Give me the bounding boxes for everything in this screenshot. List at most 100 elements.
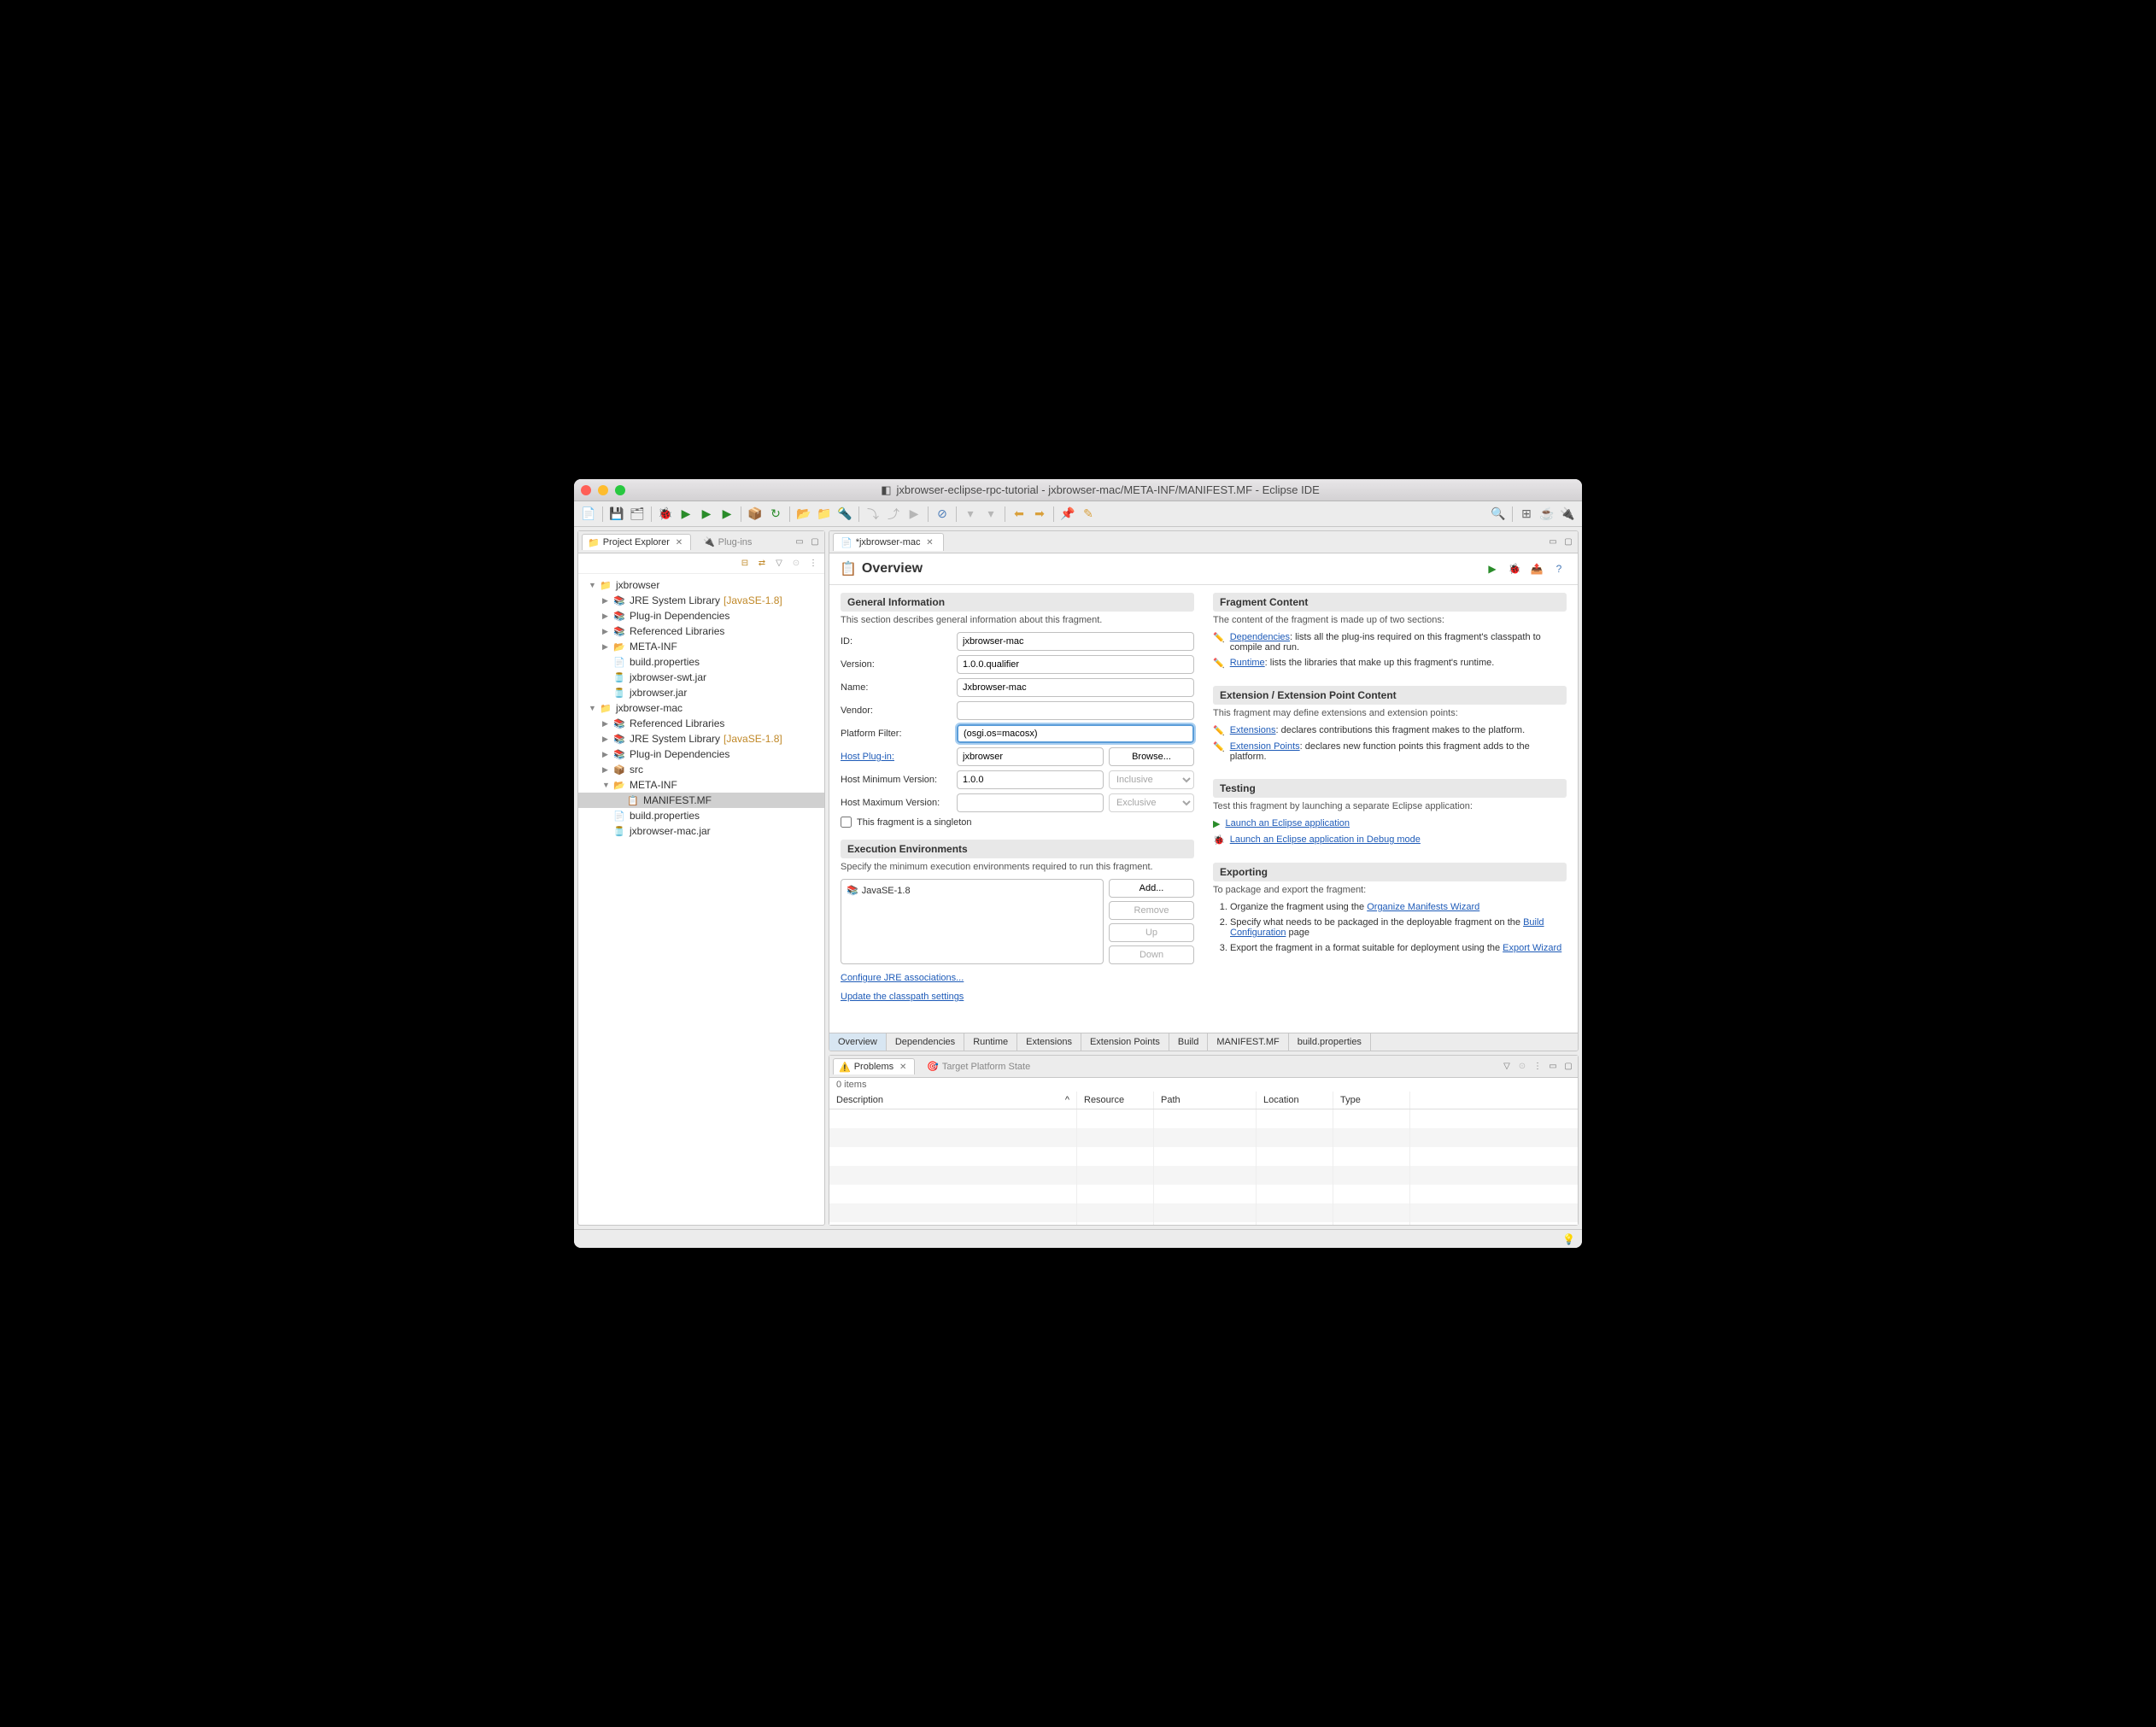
- close-tab-icon[interactable]: ✕: [673, 536, 685, 548]
- tree-item-meta-inf[interactable]: ▶📂META-INF: [578, 639, 824, 654]
- platform-filter-input[interactable]: [957, 724, 1194, 743]
- debug-icon[interactable]: 🐞: [656, 505, 675, 524]
- tree-item-manifest-mf[interactable]: 📋MANIFEST.MF: [578, 793, 824, 808]
- editor-page-tab-build-properties[interactable]: build.properties: [1289, 1033, 1371, 1051]
- open-type-icon[interactable]: 📂: [794, 505, 813, 524]
- editor-page-tab-extension-points[interactable]: Extension Points: [1081, 1033, 1169, 1051]
- back-icon[interactable]: ⬅: [1010, 505, 1028, 524]
- step-icon[interactable]: ⤵: [864, 505, 882, 524]
- run-last-icon[interactable]: ▶: [718, 505, 736, 524]
- debug-plugin-icon[interactable]: 🐞: [1506, 560, 1523, 577]
- close-problems-tab-icon[interactable]: ✕: [897, 1061, 909, 1073]
- name-input[interactable]: [957, 678, 1194, 697]
- editor-page-tab-runtime[interactable]: Runtime: [964, 1033, 1017, 1051]
- wand-icon[interactable]: ✎: [1079, 505, 1098, 524]
- save-all-icon[interactable]: 🗂: [628, 505, 647, 524]
- host-max-input[interactable]: [957, 793, 1104, 812]
- id-input[interactable]: [957, 632, 1194, 651]
- update-classpath-link[interactable]: Update the classpath settings: [841, 992, 964, 1002]
- launch-app-link[interactable]: Launch an Eclipse application: [1225, 818, 1350, 828]
- runtime-link[interactable]: Runtime: [1230, 658, 1265, 668]
- down-button[interactable]: Down: [1109, 945, 1194, 964]
- perspective-icon[interactable]: ⊞: [1517, 505, 1536, 524]
- tree-item-referenced-libraries[interactable]: ▶📚Referenced Libraries: [578, 623, 824, 639]
- tree-item-plug-in-dependencies[interactable]: ▶📚Plug-in Dependencies: [578, 746, 824, 762]
- close-window-button[interactable]: [581, 485, 591, 495]
- minimize-view-icon[interactable]: ▭: [794, 536, 806, 548]
- problems-menu-icon[interactable]: ⋮: [1532, 1061, 1544, 1073]
- forward-icon[interactable]: ➡: [1030, 505, 1049, 524]
- version-input[interactable]: [957, 655, 1194, 674]
- tree-item-jre-system-library[interactable]: ▶📚JRE System Library[JavaSE-1.8]: [578, 731, 824, 746]
- coverage-icon[interactable]: ▶: [697, 505, 716, 524]
- minimize-problems-icon[interactable]: ▭: [1547, 1061, 1559, 1073]
- skip-breakpoints-icon[interactable]: ⊘: [933, 505, 952, 524]
- resume-icon[interactable]: ▶: [905, 505, 923, 524]
- tree-item-meta-inf[interactable]: ▼📂META-INF: [578, 777, 824, 793]
- editor-page-tab-overview[interactable]: Overview: [829, 1033, 887, 1051]
- refresh-icon[interactable]: ↻: [766, 505, 785, 524]
- extensions-link[interactable]: Extensions: [1230, 725, 1276, 735]
- pin-icon[interactable]: 📌: [1058, 505, 1077, 524]
- plugin-perspective-icon[interactable]: 🔌: [1558, 505, 1577, 524]
- tree-item-jxbrowser-jar[interactable]: 🫙jxbrowser.jar: [578, 685, 824, 700]
- target-platform-tab[interactable]: 🎯 Target Platform State: [922, 1059, 1035, 1074]
- editor-page-tab-extensions[interactable]: Extensions: [1017, 1033, 1081, 1051]
- col-location[interactable]: Location: [1257, 1092, 1333, 1109]
- dropdown2-icon[interactable]: ▾: [981, 505, 1000, 524]
- extension-points-link[interactable]: Extension Points: [1230, 741, 1300, 752]
- exec-env-item[interactable]: 📚 JavaSE-1.8: [845, 883, 1099, 898]
- configure-jre-link[interactable]: Configure JRE associations...: [841, 973, 964, 983]
- maximize-view-icon[interactable]: ▢: [809, 536, 821, 548]
- maximize-editor-icon[interactable]: ▢: [1562, 536, 1574, 548]
- project-tree[interactable]: ▼📁jxbrowser▶📚JRE System Library[JavaSE-1…: [578, 574, 824, 1225]
- problems-tab[interactable]: ⚠️ Problems ✕: [833, 1058, 915, 1074]
- package-icon[interactable]: 📦: [746, 505, 765, 524]
- editor-page-tab-build[interactable]: Build: [1169, 1033, 1208, 1051]
- editor-page-tab-manifest-mf[interactable]: MANIFEST.MF: [1208, 1033, 1288, 1051]
- singleton-checkbox[interactable]: [841, 817, 852, 828]
- dependencies-link[interactable]: Dependencies: [1230, 632, 1290, 642]
- organize-manifests-link[interactable]: Organize Manifests Wizard: [1367, 902, 1479, 912]
- remove-button[interactable]: Remove: [1109, 901, 1194, 920]
- project-explorer-tab[interactable]: 📁 Project Explorer ✕: [582, 534, 691, 550]
- new-icon[interactable]: 📄: [579, 505, 598, 524]
- exec-env-list[interactable]: 📚 JavaSE-1.8: [841, 879, 1104, 964]
- tip-icon[interactable]: 💡: [1562, 1233, 1575, 1245]
- dropdown-icon[interactable]: ▾: [961, 505, 980, 524]
- run-icon[interactable]: ▶: [677, 505, 695, 524]
- minimize-window-button[interactable]: [598, 485, 608, 495]
- tree-item-referenced-libraries[interactable]: ▶📚Referenced Libraries: [578, 716, 824, 731]
- export-plugin-icon[interactable]: 📤: [1528, 560, 1545, 577]
- run-plugin-icon[interactable]: ▶: [1484, 560, 1501, 577]
- close-editor-tab-icon[interactable]: ✕: [924, 536, 936, 548]
- col-resource[interactable]: Resource: [1077, 1092, 1154, 1109]
- editor-tab-jxbrowser-mac[interactable]: 📄 *jxbrowser-mac ✕: [833, 533, 944, 551]
- tree-item-src[interactable]: ▶📦src: [578, 762, 824, 777]
- launch-debug-link[interactable]: Launch an Eclipse application in Debug m…: [1230, 834, 1421, 845]
- vendor-input[interactable]: [957, 701, 1194, 720]
- save-icon[interactable]: 💾: [607, 505, 626, 524]
- search-icon[interactable]: 🔦: [835, 505, 854, 524]
- java-perspective-icon[interactable]: ☕: [1538, 505, 1556, 524]
- focus-icon[interactable]: ⊙: [790, 558, 802, 570]
- host-plugin-link[interactable]: Host Plug-in:: [841, 752, 894, 762]
- tree-item-jre-system-library[interactable]: ▶📚JRE System Library[JavaSE-1.8]: [578, 593, 824, 608]
- col-type[interactable]: Type: [1333, 1092, 1410, 1109]
- tree-item-jxbrowser-mac[interactable]: ▼📁jxbrowser-mac: [578, 700, 824, 716]
- host-plugin-input[interactable]: [957, 747, 1104, 766]
- export-wizard-link[interactable]: Export Wizard: [1503, 943, 1561, 953]
- filter-icon[interactable]: ▽: [773, 558, 785, 570]
- view-menu-icon[interactable]: ⋮: [807, 558, 819, 570]
- editor-page-tab-dependencies[interactable]: Dependencies: [887, 1033, 964, 1051]
- maximize-problems-icon[interactable]: ▢: [1562, 1061, 1574, 1073]
- add-button[interactable]: Add...: [1109, 879, 1194, 898]
- step-over-icon[interactable]: ⤴: [884, 505, 903, 524]
- tree-item-jxbrowser-mac-jar[interactable]: 🫙jxbrowser-mac.jar: [578, 823, 824, 839]
- maximize-window-button[interactable]: [615, 485, 625, 495]
- tree-item-jxbrowser[interactable]: ▼📁jxbrowser: [578, 577, 824, 593]
- open-task-icon[interactable]: 📁: [815, 505, 834, 524]
- quick-access-icon[interactable]: 🔍: [1489, 505, 1508, 524]
- plugins-tab[interactable]: 🔌 Plug-ins: [698, 535, 757, 549]
- tree-item-plug-in-dependencies[interactable]: ▶📚Plug-in Dependencies: [578, 608, 824, 623]
